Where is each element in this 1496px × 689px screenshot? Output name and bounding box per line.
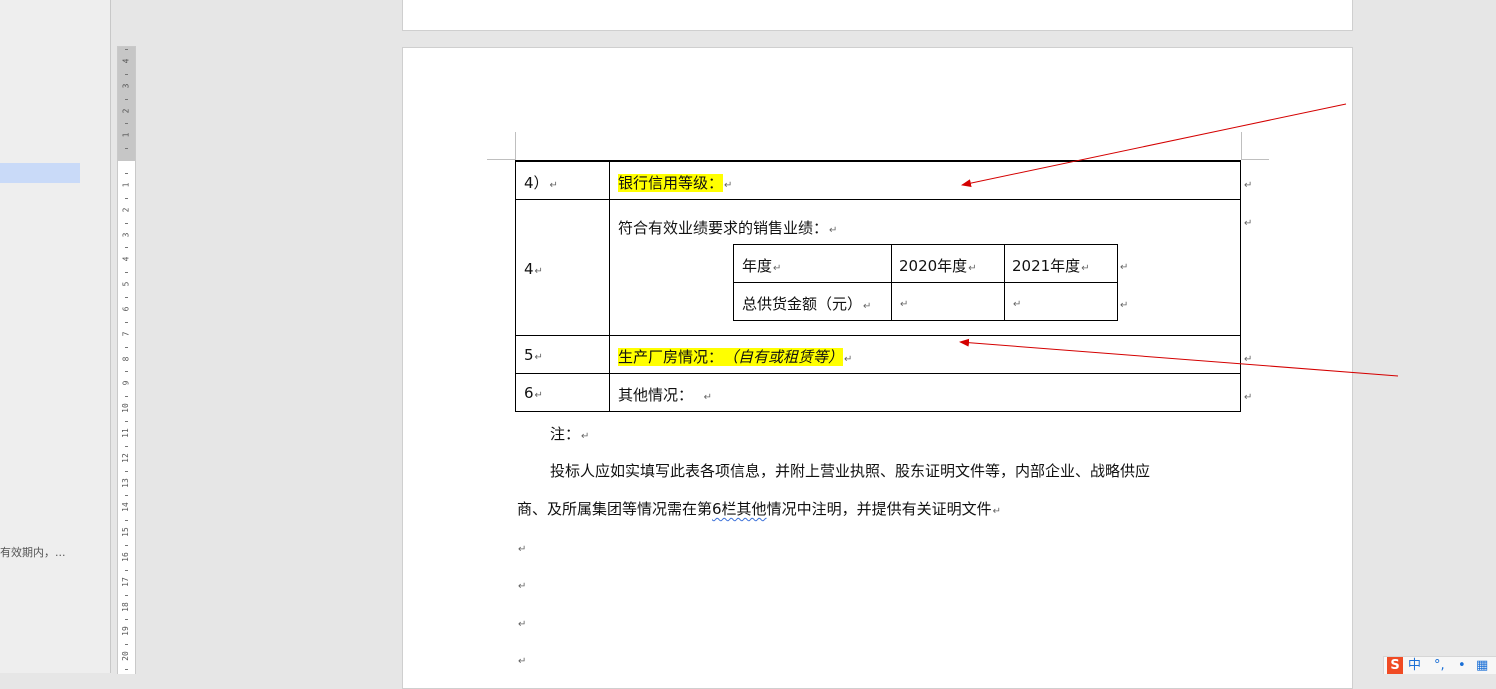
ruler-tick-label: 11 [120, 428, 130, 438]
ruler-minor-tick [125, 570, 128, 571]
ruler-minor-tick [125, 347, 128, 348]
ruler-minor-tick [125, 272, 128, 273]
ime-toolbar[interactable]: S 中 °, • ▦ [1383, 656, 1496, 674]
sales-performance-label[interactable]: 符合有效业绩要求的销售业绩：↵ [618, 217, 837, 238]
ruler-tick-label: 20 [120, 651, 130, 662]
ime-mode-button[interactable]: 中 [1408, 657, 1421, 674]
crop-mark [487, 159, 515, 160]
ruler-tick-label: 4 [120, 58, 130, 64]
ruler-minor-tick [125, 123, 128, 124]
ruler-minor-tick [125, 421, 128, 422]
empty-paragraph[interactable]: ↵ [517, 613, 526, 631]
bank-credit-label[interactable]: 银行信用等级：↵ [618, 172, 732, 193]
nav-result-snippet[interactable]: 有效期内，... [0, 544, 66, 560]
ruler-tick-label: 4 [120, 256, 130, 262]
ime-grid-icon[interactable]: ▦ [1476, 657, 1488, 674]
row-end-mark: ↵ [1120, 300, 1129, 311]
ruler-minor-tick [125, 545, 128, 546]
table-row-number[interactable]: 5↵ [524, 346, 543, 364]
ruler-tick-label: 5 [120, 281, 130, 287]
inner-header-year[interactable]: 年度↵ [742, 255, 781, 276]
table-row-number[interactable]: 4）↵ [524, 172, 558, 193]
row-end-mark: ↵ [1244, 218, 1253, 229]
note-paragraph-line1[interactable]: 投标人应如实填写此表各项信息，并附上营业执照、股东证明文件等，内部企业、战略供应 [550, 460, 1150, 481]
ruler-tick-label: 2 [120, 207, 130, 213]
ruler-minor-tick [125, 619, 128, 620]
ruler-tick-label: 12 [120, 452, 130, 463]
ime-logo-icon[interactable]: S [1387, 657, 1403, 674]
ruler-tick-label: 18 [120, 601, 130, 612]
ruler-minor-tick [125, 322, 128, 323]
crop-mark [1241, 159, 1269, 160]
ruler-tick-label: 1 [120, 132, 130, 138]
ruler-minor-tick [125, 148, 128, 149]
inner-cell-2021-value[interactable]: ↵ [1012, 293, 1021, 311]
note-label[interactable]: 注：↵ [550, 423, 589, 444]
ruler-tick-label: 17 [120, 576, 130, 587]
ruler-tick-label: 13 [120, 477, 130, 488]
ruler-minor-tick [125, 223, 128, 224]
crop-mark [515, 132, 516, 160]
ruler-minor-tick [125, 173, 128, 174]
other-info-label[interactable]: 其他情况： ↵ [618, 384, 712, 405]
inner-header-2020[interactable]: 2020年度↵ [899, 255, 977, 276]
ruler-minor-tick [125, 297, 128, 298]
navigation-pane: 有效期内，... [0, 0, 111, 673]
note-paragraph-line2[interactable]: 商、及所属集团等情况需在第6栏其他情况中注明，并提供有关证明文件↵ [517, 498, 1001, 519]
ruler-minor-tick [125, 198, 128, 199]
ruler-minor-tick [125, 669, 128, 670]
row-end-mark: ↵ [1244, 392, 1253, 403]
row-end-mark: ↵ [1244, 354, 1253, 365]
ruler-tick-label: 6 [120, 306, 130, 312]
ruler-tick-label: 19 [120, 626, 130, 637]
row-end-mark: ↵ [1120, 262, 1129, 273]
inner-cell-2020-value[interactable]: ↵ [899, 293, 908, 311]
ruler-minor-tick [125, 74, 128, 75]
previous-page [402, 0, 1353, 31]
empty-paragraph[interactable]: ↵ [517, 650, 526, 668]
ruler-tick-label: 3 [120, 232, 130, 238]
ruler-tick-label: 8 [120, 356, 130, 362]
ruler-minor-tick [125, 247, 128, 248]
ruler-minor-tick [125, 446, 128, 447]
ruler-tick-label: 1 [120, 182, 130, 188]
ime-punctuation-icon[interactable]: °, [1434, 657, 1445, 674]
ruler-tick-label: 16 [120, 552, 130, 562]
ruler-tick-label: 7 [120, 331, 130, 337]
ruler-tick-label: 15 [120, 527, 130, 538]
ruler-tick-label: 2 [120, 108, 130, 114]
ruler-minor-tick [125, 495, 128, 496]
inner-row-label[interactable]: 总供货金额（元）↵ [742, 293, 871, 314]
ruler-minor-tick [125, 99, 128, 100]
ruler-minor-tick [125, 471, 128, 472]
ime-dot-icon[interactable]: • [1458, 657, 1466, 674]
nav-selected-item[interactable] [0, 163, 80, 183]
ruler-tick-label: 10 [120, 403, 130, 414]
ruler-minor-tick [125, 371, 128, 372]
vertical-ruler[interactable]: 4 3 2 1 1 2 3 4 5 6 7 8 9 10 11 12 13 14 15 16 17 18 19 20 [117, 46, 136, 674]
empty-paragraph[interactable]: ↵ [517, 538, 526, 556]
row-end-mark: ↵ [1244, 180, 1253, 191]
factory-label[interactable]: 生产厂房情况：（自有或租赁等）↵ [618, 346, 852, 367]
ruler-tick-label: 3 [120, 83, 130, 89]
ruler-minor-tick [125, 49, 128, 50]
ruler-tick-label: 14 [120, 502, 130, 513]
document-page[interactable]: 4）↵ 银行信用等级：↵ 4↵ 符合有效业绩要求的销售业绩：↵ 年度↵ 2020… [402, 47, 1353, 689]
ruler-minor-tick [125, 396, 128, 397]
ruler-tick-label: 9 [120, 380, 130, 386]
table-row-number[interactable]: 6↵ [524, 384, 543, 402]
inner-header-2021[interactable]: 2021年度↵ [1012, 255, 1090, 276]
ruler-minor-tick [125, 520, 128, 521]
table-row-number[interactable]: 4↵ [524, 260, 543, 278]
empty-paragraph[interactable]: ↵ [517, 575, 526, 593]
ruler-minor-tick [125, 595, 128, 596]
crop-mark [1241, 132, 1242, 160]
ruler-minor-tick [125, 644, 128, 645]
